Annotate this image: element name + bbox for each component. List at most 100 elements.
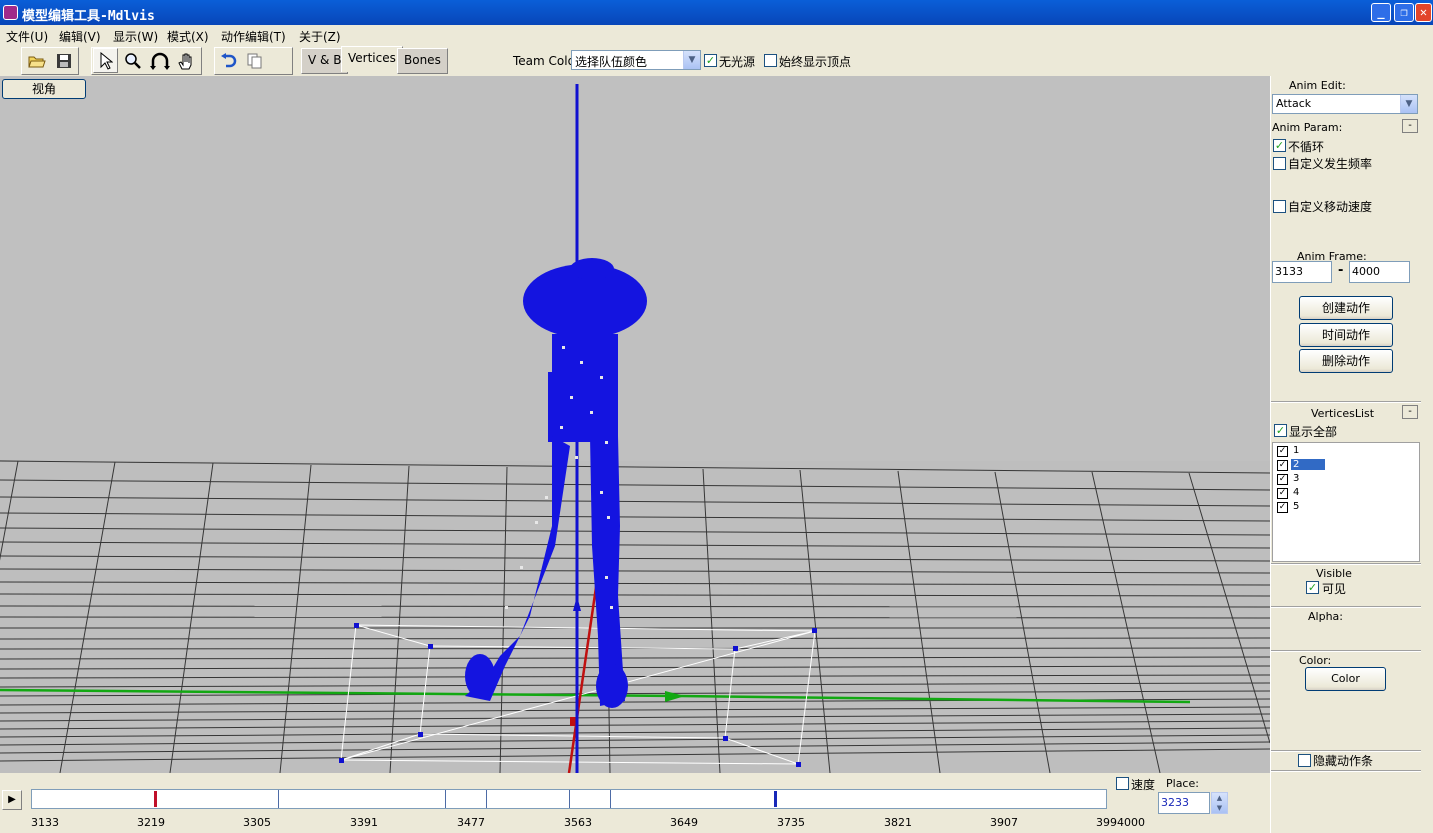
speed-checkbox[interactable]: [1116, 777, 1129, 790]
menu-edit[interactable]: 编辑(V): [59, 28, 101, 45]
chevron-down-icon: ▼: [1400, 95, 1417, 113]
tick-label: 3735: [777, 816, 805, 829]
select-tool-button[interactable]: [93, 48, 118, 73]
custom-move-speed-checkbox[interactable]: [1273, 200, 1286, 213]
tab-bones[interactable]: Bones: [397, 48, 448, 74]
tick-label: 3391: [350, 816, 378, 829]
menu-view[interactable]: 显示(W): [113, 28, 158, 45]
color-label: Color:: [1299, 654, 1332, 667]
pan-tool-button[interactable]: [173, 48, 198, 73]
place-label: Place:: [1166, 777, 1199, 790]
close-button[interactable]: ✕: [1415, 3, 1432, 22]
restore-button[interactable]: ❐: [1394, 3, 1414, 22]
anim-edit-select[interactable]: Attack ▼: [1272, 94, 1418, 114]
vertices-list-label: VerticesList: [1311, 407, 1375, 420]
timeline-track[interactable]: [31, 789, 1107, 809]
window-title: 模型编辑工具-Mdlvis: [22, 9, 155, 24]
zoom-tool-button[interactable]: [120, 48, 145, 73]
rotate-icon: [149, 52, 170, 70]
right-panel: Anim Edit: Attack ▼ Anim Param: - ✓ 不循环 …: [1270, 76, 1433, 833]
anim-param-collapse-button[interactable]: -: [1402, 119, 1418, 133]
timeline-tick: [569, 790, 570, 808]
tick-label: 3821: [884, 816, 912, 829]
visible-checkbox[interactable]: ✓: [1306, 581, 1319, 594]
vertex-group-checkbox[interactable]: ✓: [1277, 460, 1288, 471]
vertex-group-checkbox[interactable]: ✓: [1277, 502, 1288, 513]
team-color-label: Team Color: [513, 54, 580, 68]
divider: [1271, 650, 1421, 652]
create-anim-button[interactable]: 创建动作: [1299, 296, 1393, 320]
divider: [1271, 606, 1421, 608]
color-button[interactable]: Color: [1305, 667, 1386, 691]
no-loop-checkbox[interactable]: ✓: [1273, 139, 1286, 152]
delete-anim-button[interactable]: 删除动作: [1299, 349, 1393, 373]
no-light-label: 无光源: [719, 55, 756, 69]
scene-canvas: [0, 84, 1270, 773]
chevron-down-icon: ▼: [683, 51, 700, 69]
place-spinner[interactable]: ▲ ▼: [1211, 792, 1228, 814]
visible-label: Visible: [1316, 567, 1352, 580]
keyframe-marker[interactable]: [774, 791, 777, 807]
anim-edit-label: Anim Edit:: [1289, 79, 1346, 92]
menu-about[interactable]: 关于(Z): [299, 28, 341, 45]
tab-vertices[interactable]: Vertices: [341, 46, 403, 72]
frame-start-input[interactable]: 3133: [1272, 261, 1332, 283]
select-arrow-icon: [100, 51, 113, 70]
team-color-select[interactable]: 选择队伍颜色 ▼: [571, 50, 701, 70]
timeline-tick: [486, 790, 487, 808]
visible-checkbox-label: 可见: [1322, 582, 1347, 596]
hide-anim-bar-label: 隐藏动作条: [1313, 754, 1374, 768]
tick-label: 3563: [564, 816, 592, 829]
team-color-value: 选择队伍颜色: [575, 55, 648, 69]
tick-label: 3477: [457, 816, 485, 829]
copy-button[interactable]: [242, 48, 267, 73]
tick-label: 3907: [990, 816, 1018, 829]
vertex-group-checkbox[interactable]: ✓: [1277, 474, 1288, 485]
vertex-group-checkbox[interactable]: ✓: [1277, 446, 1288, 457]
place-input[interactable]: 3233: [1158, 792, 1210, 814]
vertices-list-collapse-button[interactable]: -: [1402, 405, 1418, 419]
speed-label: 速度: [1131, 778, 1156, 792]
frame-end-input[interactable]: 4000: [1349, 261, 1410, 283]
menu-bar: 文件(U) 编辑(V) 显示(W) 模式(X) 动作编辑(T) 关于(Z): [0, 25, 1433, 45]
minimize-button[interactable]: _: [1371, 3, 1391, 22]
anim-edit-value: Attack: [1276, 97, 1312, 110]
view-angle-button[interactable]: 视角: [2, 79, 86, 99]
divider: [1271, 563, 1421, 565]
menu-anim-edit[interactable]: 动作编辑(T): [221, 28, 286, 45]
timeline-tick: [278, 790, 279, 808]
custom-rarity-checkbox[interactable]: [1273, 157, 1286, 170]
tick-label: 3133: [31, 816, 59, 829]
tick-label: 3305: [243, 816, 271, 829]
save-button[interactable]: [51, 48, 76, 73]
undo-button[interactable]: [216, 48, 241, 73]
time-anim-button[interactable]: 时间动作: [1299, 323, 1393, 347]
play-button[interactable]: ▶: [2, 790, 22, 810]
toolbar: V & B Vertices Bones Team Color 选择队伍颜色 ▼…: [0, 45, 1433, 76]
vertex-group-list[interactable]: ✓ 1 ✓ 2 ✓ 3 ✓ 4 ✓ 5: [1272, 442, 1420, 562]
tick-label: 3649: [670, 816, 698, 829]
current-frame-marker[interactable]: [154, 791, 157, 807]
custom-move-speed-label: 自定义移动速度: [1288, 200, 1373, 214]
rotate-tool-button[interactable]: [147, 48, 172, 73]
open-button[interactable]: [24, 48, 49, 73]
always-show-vertices-checkbox[interactable]: [764, 54, 777, 67]
alpha-label: Alpha:: [1308, 610, 1343, 623]
menu-file[interactable]: 文件(U): [6, 28, 48, 45]
3d-viewport[interactable]: 视角: [0, 76, 1270, 773]
no-light-checkbox[interactable]: ✓: [704, 54, 717, 67]
timeline-tick: [610, 790, 611, 808]
frame-range-dash: -: [1338, 263, 1344, 278]
timeline-bar: ▶ 3133 3219 3305 3391 3477 3563 3649 373…: [0, 773, 1270, 833]
save-icon: [56, 53, 71, 68]
timeline-tick: [445, 790, 446, 808]
always-show-vertices-label: 始终显示顶点: [779, 55, 852, 69]
show-all-checkbox[interactable]: ✓: [1274, 424, 1287, 437]
divider: [1271, 770, 1421, 772]
custom-rarity-label: 自定义发生频率: [1288, 157, 1373, 171]
menu-mode[interactable]: 模式(X): [167, 28, 209, 45]
hide-anim-bar-checkbox[interactable]: [1298, 754, 1311, 767]
no-loop-label: 不循环: [1288, 140, 1325, 154]
vertex-group-checkbox[interactable]: ✓: [1277, 488, 1288, 499]
anim-param-label: Anim Param:: [1272, 121, 1343, 134]
